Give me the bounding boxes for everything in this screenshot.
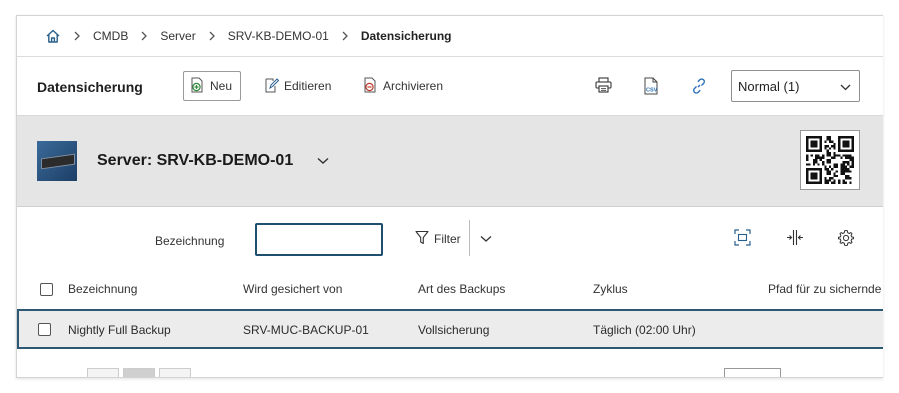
gear-icon[interactable] — [837, 229, 855, 250]
edit-icon — [264, 77, 280, 96]
table-cell: Nightly Full Backup — [68, 323, 171, 337]
archive-icon — [363, 77, 378, 96]
filter-field-label: Bezeichnung — [155, 234, 225, 248]
table-cell: Vollsicherung — [418, 323, 490, 337]
divider — [469, 220, 470, 256]
table-row[interactable]: Nightly Full Backup SRV-MUC-BACKUP-01 Vo… — [17, 309, 883, 349]
chevron-down-icon[interactable] — [480, 232, 492, 246]
object-title: Server: SRV-KB-DEMO-01 — [97, 152, 294, 169]
edit-button[interactable]: Editieren — [258, 71, 337, 101]
column-header[interactable]: Art des Backups — [418, 282, 505, 296]
chevron-right-icon — [73, 31, 81, 41]
svg-text:CSV: CSV — [646, 88, 658, 94]
fullscreen-icon[interactable] — [734, 229, 751, 249]
server-image — [37, 141, 77, 181]
object-header: Server: SRV-KB-DEMO-01 — [17, 116, 883, 207]
chevron-right-icon — [341, 31, 349, 41]
pagination-button[interactable] — [123, 368, 155, 377]
add-document-icon — [190, 77, 205, 96]
chevron-right-icon — [208, 31, 216, 41]
column-width-icon[interactable] — [786, 229, 804, 249]
filter-button[interactable]: Filter — [415, 227, 461, 251]
row-checkbox[interactable] — [38, 323, 51, 336]
home-icon[interactable] — [45, 28, 61, 44]
print-icon[interactable] — [595, 77, 612, 96]
pagination-button[interactable] — [87, 368, 119, 377]
filter-bar: Bezeichnung Filter — [17, 207, 883, 269]
qr-code[interactable] — [800, 130, 860, 190]
edit-button-label: Editieren — [284, 79, 332, 93]
new-button-label: Neu — [210, 79, 233, 93]
view-select[interactable]: Normal (1) — [731, 70, 860, 102]
filter-input[interactable] — [255, 223, 383, 256]
archive-button-label: Archivieren — [383, 79, 444, 93]
breadcrumb: CMDB Server SRV-KB-DEMO-01 Datensicherun… — [17, 16, 883, 57]
toolbar: Datensicherung Neu Editieren Archivieren… — [17, 57, 883, 116]
breadcrumb-current: Datensicherung — [360, 29, 452, 43]
column-header[interactable]: Zyklus — [593, 282, 628, 296]
csv-export-icon[interactable]: CSV — [642, 77, 660, 98]
breadcrumb-item-server[interactable]: Server — [160, 29, 195, 43]
app-frame: CMDB Server SRV-KB-DEMO-01 Datensicherun… — [16, 15, 883, 378]
breadcrumb-item-object[interactable]: SRV-KB-DEMO-01 — [228, 29, 329, 43]
column-header[interactable]: Wird gesichert von — [243, 282, 342, 296]
chevron-right-icon — [140, 31, 148, 41]
column-header[interactable]: Pfad für zu sichernde — [768, 282, 881, 296]
chevron-down-icon — [840, 79, 851, 94]
table-header: Bezeichnung Wird gesichert von Art des B… — [17, 272, 883, 306]
funnel-icon — [415, 230, 429, 248]
table-cell: Täglich (02:00 Uhr) — [593, 323, 696, 337]
column-header[interactable]: Bezeichnung — [68, 282, 137, 296]
link-icon[interactable] — [690, 77, 708, 98]
table-cell: SRV-MUC-BACKUP-01 — [243, 323, 369, 337]
filter-button-label: Filter — [434, 232, 461, 246]
page-size-select[interactable] — [724, 368, 781, 377]
archive-button[interactable]: Archivieren — [357, 71, 449, 101]
new-button[interactable]: Neu — [183, 71, 241, 101]
view-select-value: Normal (1) — [738, 78, 800, 94]
select-all-checkbox[interactable] — [40, 283, 53, 296]
page-title: Datensicherung — [37, 79, 143, 95]
pagination-button[interactable] — [159, 368, 191, 377]
chevron-down-icon[interactable] — [317, 154, 329, 168]
breadcrumb-item-cmdb[interactable]: CMDB — [93, 29, 128, 43]
